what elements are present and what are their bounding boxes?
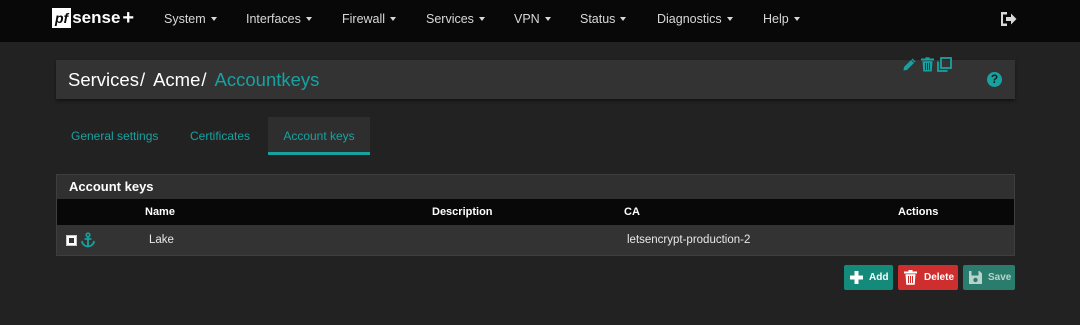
- save-button-label: Save: [988, 272, 1012, 283]
- breadcrumb-accountkeys[interactable]: Accountkeys: [215, 69, 320, 90]
- nav-services[interactable]: Services: [426, 0, 485, 38]
- copy-icon[interactable]: [937, 57, 952, 72]
- caret-down-icon: [726, 17, 733, 21]
- breadcrumb-services[interactable]: Services: [68, 69, 139, 90]
- caret-down-icon: [620, 17, 627, 21]
- caret-down-icon: [544, 17, 551, 21]
- panel-title: Account keys: [69, 179, 154, 194]
- pfsense-logo[interactable]: pf sense +: [52, 8, 134, 28]
- column-header-actions: Actions: [898, 206, 939, 218]
- breadcrumb-separator: /: [201, 69, 207, 90]
- account-keys-panel: Account keys Name Description CA Actions…: [56, 174, 1015, 256]
- caret-down-icon: [390, 17, 397, 21]
- breadcrumb-bar: Services/Acme/Accountkeys: [56, 60, 1015, 99]
- logout-icon[interactable]: [999, 11, 1017, 27]
- plus-icon: [850, 271, 863, 284]
- caret-down-icon: [305, 17, 312, 21]
- nav-vpn[interactable]: VPN: [514, 0, 551, 38]
- top-navbar: pf sense + System Interfaces Firewall Se…: [0, 0, 1080, 42]
- tab-general-settings[interactable]: General settings: [71, 117, 158, 155]
- nav-diagnostics[interactable]: Diagnostics: [657, 0, 733, 38]
- add-button-label: Add: [869, 272, 889, 283]
- caret-down-icon: [793, 17, 800, 21]
- column-header-description[interactable]: Description: [432, 199, 493, 225]
- caret-down-icon: [210, 17, 217, 21]
- column-header-ca[interactable]: CA: [624, 199, 640, 225]
- cell-ca: letsencrypt-production-2: [627, 234, 751, 246]
- cell-name: Lake: [149, 234, 174, 246]
- tab-certificates[interactable]: Certificates: [190, 117, 250, 155]
- row-select-checkbox[interactable]: [66, 235, 77, 246]
- floppy-disk-icon: [969, 271, 982, 284]
- breadcrumb-separator: /: [139, 69, 146, 90]
- edit-icon[interactable]: [902, 57, 917, 72]
- logo-pf-text: pf: [52, 8, 72, 28]
- question-circle-icon[interactable]: ?: [987, 72, 1002, 87]
- nav-interfaces[interactable]: Interfaces: [246, 0, 312, 38]
- save-button[interactable]: Save: [963, 265, 1015, 290]
- delete-button[interactable]: Delete: [898, 265, 958, 290]
- caret-down-icon: [478, 17, 485, 21]
- logo-sense-text: sense: [72, 8, 121, 27]
- delete-icon[interactable]: [920, 57, 935, 72]
- delete-button-label: Delete: [924, 272, 955, 283]
- logo-plus-text: +: [122, 7, 135, 29]
- trash-icon: [904, 270, 917, 285]
- breadcrumb: Services/Acme/Accountkeys: [68, 60, 319, 99]
- anchor-icon[interactable]: [80, 232, 96, 248]
- tab-account-keys[interactable]: Account keys: [268, 117, 370, 155]
- column-header-name[interactable]: Name: [145, 199, 175, 225]
- nav-firewall[interactable]: Firewall: [342, 0, 397, 38]
- table-header: Name Description CA Actions: [57, 199, 1014, 225]
- breadcrumb-acme[interactable]: Acme: [153, 69, 200, 90]
- nav-system[interactable]: System: [164, 0, 217, 38]
- table-row[interactable]: Lake letsencrypt-production-2: [57, 225, 1014, 255]
- add-button[interactable]: Add: [844, 265, 893, 290]
- nav-help[interactable]: Help: [763, 0, 800, 38]
- nav-status[interactable]: Status: [580, 0, 627, 38]
